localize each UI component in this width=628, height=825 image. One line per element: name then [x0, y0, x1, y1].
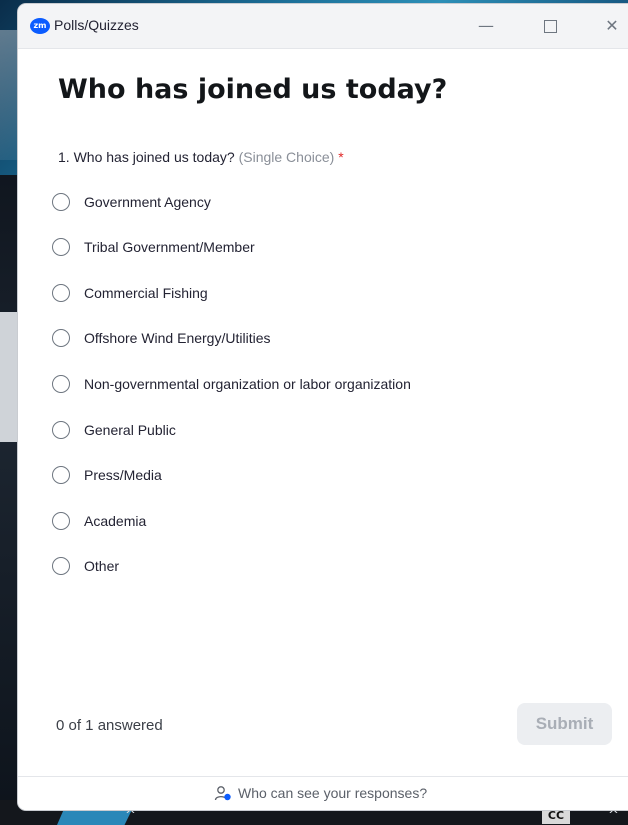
minimize-button[interactable]: — — [472, 14, 500, 38]
option-label: Academia — [84, 513, 147, 529]
option-label: Press/Media — [84, 467, 162, 483]
radio-button[interactable] — [52, 284, 70, 302]
radio-button[interactable] — [52, 512, 70, 530]
option-academia[interactable]: Academia — [52, 509, 146, 533]
closed-caption-button[interactable]: CC — [542, 808, 570, 824]
polls-window: zm Polls/Quizzes — ✕ Who has joined us t… — [18, 4, 628, 810]
privacy-link-label: Who can see your responses? — [238, 785, 428, 801]
maximize-icon — [543, 20, 557, 33]
option-ngo[interactable]: Non-governmental organization or labor o… — [52, 372, 411, 396]
window-title: Polls/Quizzes — [54, 17, 139, 33]
poll-title: Who has joined us today? — [58, 74, 448, 105]
option-offshore-wind[interactable]: Offshore Wind Energy/Utilities — [52, 326, 270, 350]
question-type: (Single Choice) — [238, 149, 335, 165]
option-label: General Public — [84, 422, 176, 438]
option-label: Non-governmental organization or labor o… — [84, 376, 411, 392]
option-other[interactable]: Other — [52, 554, 119, 578]
question-label: 1. Who has joined us today? (Single Choi… — [58, 149, 344, 165]
option-label: Other — [84, 558, 120, 574]
option-tribal-government[interactable]: Tribal Government/Member — [52, 235, 255, 259]
option-label: Government Agency — [84, 194, 211, 210]
desktop-left-edge — [0, 175, 18, 825]
question-number: 1. — [58, 149, 70, 165]
chevron-up-icon[interactable]: ^ — [608, 808, 619, 823]
title-bar: zm Polls/Quizzes — ✕ — [18, 4, 628, 49]
required-mark: * — [338, 149, 344, 165]
radio-button[interactable] — [52, 329, 70, 347]
submit-button[interactable]: Submit — [517, 703, 612, 745]
option-label: Commercial Fishing — [84, 285, 208, 301]
option-commercial-fishing[interactable]: Commercial Fishing — [52, 281, 208, 305]
radio-button[interactable] — [52, 375, 70, 393]
radio-button[interactable] — [52, 557, 70, 575]
answered-count: 0 of 1 answered — [56, 717, 163, 734]
chevron-up-icon[interactable]: ^ — [125, 808, 136, 823]
radio-button[interactable] — [52, 193, 70, 211]
desktop-left-panel — [0, 312, 18, 442]
privacy-link[interactable]: Who can see your responses? — [214, 785, 427, 801]
radio-button[interactable] — [52, 238, 70, 256]
zoom-logo-icon: zm — [30, 18, 50, 34]
option-government-agency[interactable]: Government Agency — [52, 190, 211, 214]
close-button[interactable]: ✕ — [598, 14, 626, 38]
option-label: Offshore Wind Energy/Utilities — [84, 330, 271, 346]
maximize-button[interactable] — [536, 14, 564, 38]
person-icon — [214, 786, 231, 801]
question-text: Who has joined us today? — [73, 149, 235, 165]
option-label: Tribal Government/Member — [84, 239, 255, 255]
option-press-media[interactable]: Press/Media — [52, 463, 162, 487]
option-general-public[interactable]: General Public — [52, 418, 176, 442]
radio-button[interactable] — [52, 421, 70, 439]
footer-bar: Who can see your responses? — [18, 776, 628, 810]
radio-button[interactable] — [52, 466, 70, 484]
